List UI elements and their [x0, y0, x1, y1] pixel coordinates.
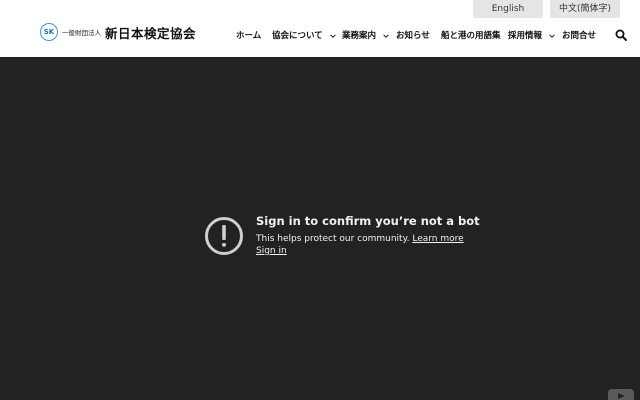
nav-item-label: ホーム — [236, 31, 262, 41]
video-embed[interactable]: Sign in to confirm you’re not a bot This… — [0, 57, 640, 400]
language-chinese-button[interactable]: 中文(簡体字) — [550, 0, 620, 18]
main-nav: ホーム 協会について 業務案内 お知らせ 船と港の用語集 採用情報 お問合せ — [0, 28, 640, 44]
nav-item-label: お問合せ — [562, 31, 597, 41]
chevron-down-icon — [549, 33, 555, 38]
nav-item-label: 船と港の用語集 — [441, 31, 501, 41]
nav-item-contact[interactable]: お問合せ — [562, 28, 596, 44]
nav-item-label: 協会について — [272, 31, 323, 41]
language-english-button[interactable]: English — [473, 0, 543, 18]
nav-item-glossary[interactable]: 船と港の用語集 — [441, 28, 501, 44]
youtube-icon[interactable] — [608, 389, 634, 400]
sign-in-link[interactable]: Sign in — [256, 246, 287, 256]
search-icon[interactable] — [615, 29, 627, 41]
play-icon — [618, 392, 625, 399]
site-header: English 中文(簡体字) SK 一般財団法人 新日本検定協会 ホーム 協会… — [0, 0, 640, 57]
page: English 中文(簡体字) SK 一般財団法人 新日本検定協会 ホーム 協会… — [0, 0, 640, 400]
nav-item-recruit[interactable]: 採用情報 — [508, 28, 555, 44]
alert-circle-icon — [205, 217, 243, 255]
chevron-down-icon — [383, 33, 389, 38]
nav-item-label: 採用情報 — [508, 31, 543, 41]
chevron-down-icon — [329, 33, 336, 38]
nav-item-news[interactable]: お知らせ — [396, 28, 430, 44]
nav-item-home[interactable]: ホーム — [236, 28, 261, 44]
nav-item-label: 業務案内 — [342, 31, 377, 41]
nav-item-about[interactable]: 協会について — [272, 28, 336, 44]
nav-item-label: お知らせ — [396, 31, 430, 41]
nav-item-services[interactable]: 業務案内 — [342, 28, 389, 44]
learn-more-link[interactable]: Learn more — [412, 234, 463, 244]
sign-in-prompt-body: This helps protect our community. — [256, 234, 410, 244]
sign-in-prompt-title: Sign in to confirm you’re not a bot — [256, 214, 480, 228]
sign-in-prompt-text: This helps protect our community. Learn … — [256, 234, 464, 244]
